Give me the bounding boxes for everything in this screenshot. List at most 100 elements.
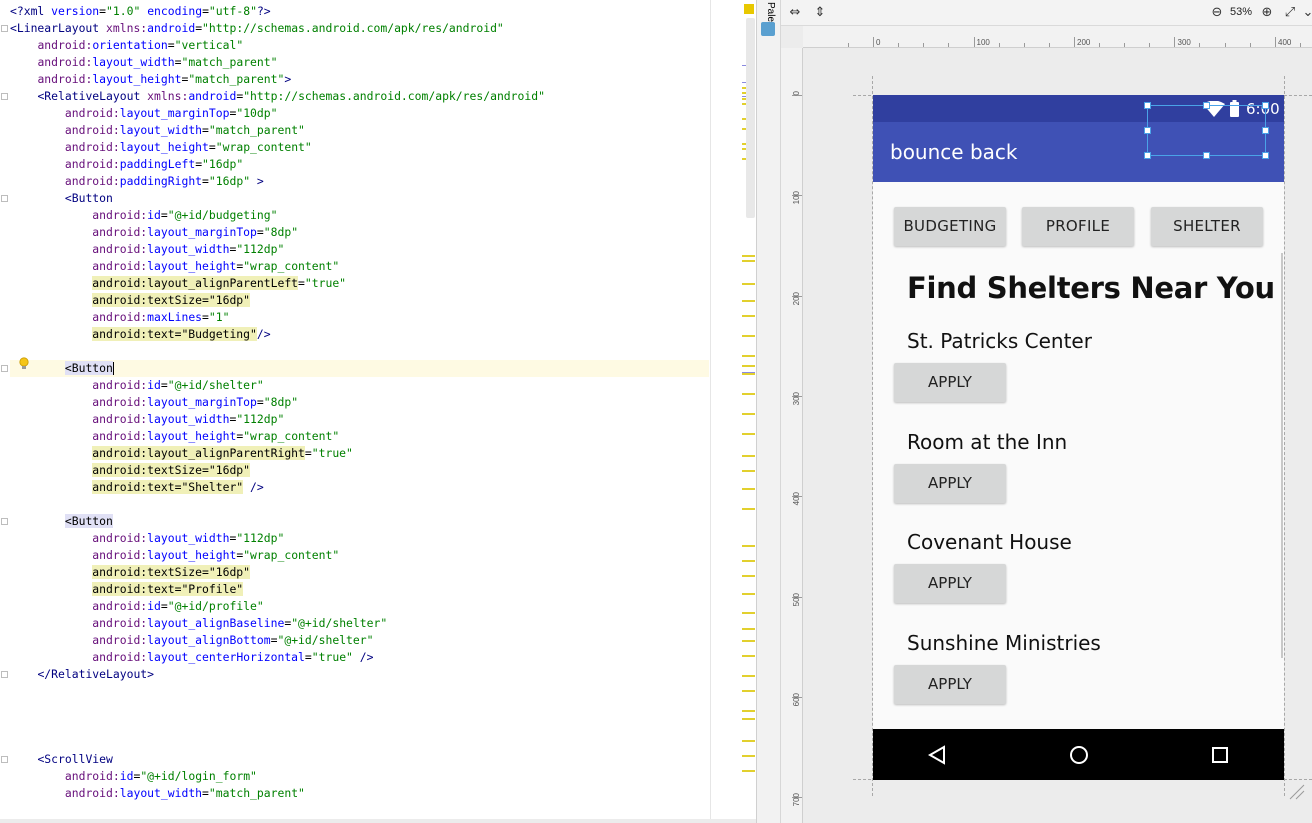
stripe-marker[interactable]	[742, 755, 755, 757]
code-line[interactable]: <Button	[1, 360, 709, 377]
code-line[interactable]: android:layout_height="wrap_content"	[10, 428, 709, 445]
resize-handle[interactable]	[1203, 102, 1210, 109]
stripe-marker[interactable]	[742, 560, 755, 562]
apply-button-st-patricks[interactable]: APPLY	[894, 363, 1006, 402]
expand-vertical-icon[interactable]: ⇕	[812, 5, 828, 21]
stripe-marker[interactable]	[742, 365, 755, 367]
stripe-marker[interactable]	[742, 315, 755, 317]
code-line[interactable]	[10, 343, 709, 360]
code-line[interactable]: </RelativeLayout>	[1, 666, 709, 683]
code-line[interactable]: android:layout_height="wrap_content"	[10, 258, 709, 275]
code-line[interactable]	[10, 496, 709, 513]
stripe-marker[interactable]	[742, 300, 755, 302]
resize-handle[interactable]	[1262, 152, 1269, 159]
code-line[interactable]	[10, 683, 709, 700]
resize-handle[interactable]	[1262, 127, 1269, 134]
apply-button-sunshine-ministries[interactable]: APPLY	[894, 665, 1006, 704]
chevron-down-icon[interactable]: ⌄	[1300, 5, 1312, 21]
apply-button-room-at-the-inn[interactable]: APPLY	[894, 464, 1006, 503]
zoom-in-icon[interactable]: ⊕	[1259, 5, 1275, 21]
code-line[interactable]: android:layout_centerHorizontal="true" /…	[10, 649, 709, 666]
code-line[interactable]: android:orientation="vertical"	[10, 37, 709, 54]
stripe-marker[interactable]	[742, 718, 755, 720]
stripe-marker[interactable]	[742, 283, 755, 285]
stripe-marker[interactable]	[742, 508, 755, 510]
code-line[interactable]: android:layout_alignParentLeft="true"	[10, 275, 709, 292]
code-line[interactable]: <RelativeLayout xmlns:android="http://sc…	[1, 88, 709, 105]
editor-scrollbar[interactable]	[746, 18, 755, 218]
zoom-fit-icon[interactable]: ⤢	[1282, 5, 1298, 21]
code-line[interactable]: android:layout_height="match_parent">	[10, 71, 709, 88]
resize-handle[interactable]	[1262, 102, 1269, 109]
fold-marker-icon[interactable]	[1, 25, 8, 32]
code-line[interactable]: <LinearLayout xmlns:android="http://sche…	[1, 20, 709, 37]
shelter-button[interactable]: SHELTER	[1151, 207, 1263, 246]
code-line[interactable]	[10, 700, 709, 717]
stripe-marker[interactable]	[742, 433, 755, 435]
code-line[interactable]: android:paddingLeft="16dp"	[10, 156, 709, 173]
code-line[interactable]: android:layout_marginTop="10dp"	[10, 105, 709, 122]
stripe-marker[interactable]	[742, 655, 755, 657]
code-line[interactable]: android:layout_width="match_parent"	[10, 54, 709, 71]
code-line[interactable]: android:id="@+id/profile"	[10, 598, 709, 615]
code-line[interactable]: android:text="Budgeting"/>	[10, 326, 709, 343]
code-line[interactable]: android:text="Shelter" />	[10, 479, 709, 496]
stripe-marker[interactable]	[742, 740, 755, 742]
xml-code-editor[interactable]: <?xml version="1.0" encoding="utf-8"?> <L…	[0, 0, 757, 823]
stripe-marker[interactable]	[742, 355, 755, 357]
stripe-marker[interactable]	[742, 372, 755, 373]
stripe-marker[interactable]	[742, 770, 755, 772]
code-line[interactable]: android:id="@+id/login_form"	[10, 768, 709, 785]
selected-component-outline[interactable]	[1144, 102, 1269, 159]
stripe-marker[interactable]	[742, 612, 755, 614]
fold-marker-icon[interactable]	[1, 93, 8, 100]
code-line[interactable]: android:id="@+id/shelter"	[10, 377, 709, 394]
code-line[interactable]: android:textSize="16dp"	[10, 462, 709, 479]
code-line[interactable]: android:layout_height="wrap_content"	[10, 139, 709, 156]
stripe-marker[interactable]	[742, 335, 755, 337]
stripe-marker[interactable]	[742, 690, 755, 692]
code-line[interactable]: android:layout_width="112dp"	[10, 241, 709, 258]
budgeting-button[interactable]: BUDGETING	[894, 207, 1006, 246]
code-line[interactable]	[10, 734, 709, 751]
stripe-marker[interactable]	[742, 393, 755, 395]
profile-button[interactable]: PROFILE	[1022, 207, 1134, 246]
code-line[interactable]: android:textSize="16dp"	[10, 564, 709, 581]
code-line[interactable]: android:paddingRight="16dp" >	[10, 173, 709, 190]
fold-marker-icon[interactable]	[1, 365, 8, 372]
palette-icon[interactable]	[761, 22, 775, 36]
stripe-marker[interactable]	[742, 628, 755, 630]
code-line[interactable]	[10, 717, 709, 734]
stripe-marker[interactable]	[742, 455, 755, 457]
recents-icon[interactable]	[1210, 745, 1230, 765]
content-scrollbar[interactable]	[1281, 253, 1283, 658]
resize-handle[interactable]	[1203, 152, 1210, 159]
stripe-marker[interactable]	[742, 545, 755, 547]
code-line[interactable]: <?xml version="1.0" encoding="utf-8"?>	[10, 3, 709, 20]
code-line[interactable]: android:layout_alignBaseline="@+id/shelt…	[10, 615, 709, 632]
resize-handle[interactable]	[1144, 127, 1151, 134]
fold-marker-icon[interactable]	[1, 518, 8, 525]
code-line[interactable]: android:layout_width="112dp"	[10, 411, 709, 428]
code-line[interactable]: android:layout_alignBottom="@+id/shelter…	[10, 632, 709, 649]
code-line[interactable]: android:layout_width="112dp"	[10, 530, 709, 547]
code-line[interactable]: android:maxLines="1"	[10, 309, 709, 326]
resize-grip-icon[interactable]	[1287, 782, 1305, 800]
stripe-marker[interactable]	[742, 640, 755, 642]
editor-horizontal-scrollbar[interactable]	[0, 819, 756, 823]
code-line[interactable]: android:layout_height="wrap_content"	[10, 547, 709, 564]
stripe-marker[interactable]	[742, 710, 755, 712]
fold-marker-icon[interactable]	[1, 756, 8, 763]
fold-marker-icon[interactable]	[1, 195, 8, 202]
stripe-marker[interactable]	[742, 488, 755, 490]
stripe-marker[interactable]	[742, 575, 755, 577]
code-line[interactable]: android:textSize="16dp"	[10, 292, 709, 309]
stripe-marker[interactable]	[742, 470, 755, 472]
back-icon[interactable]	[927, 745, 947, 765]
home-icon[interactable]	[1069, 745, 1089, 765]
zoom-out-icon[interactable]: ⊖	[1209, 5, 1225, 21]
code-line[interactable]: android:layout_width="match_parent"	[10, 785, 709, 802]
code-line[interactable]: <Button	[1, 190, 709, 207]
resize-handle[interactable]	[1144, 102, 1151, 109]
apply-button-covenant-house[interactable]: APPLY	[894, 564, 1006, 603]
